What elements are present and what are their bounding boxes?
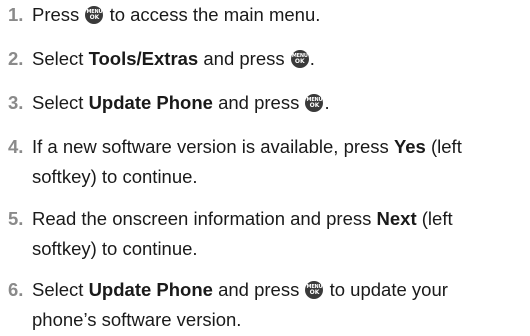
menu-item-label: Update Phone: [88, 92, 213, 113]
step-number: 1.: [8, 4, 24, 25]
step-text-post: .: [324, 92, 330, 113]
step-text-post: (left: [416, 208, 453, 229]
step-text-pre: Select: [32, 92, 89, 113]
menu-item-label: Tools/Extras: [88, 48, 199, 69]
step-text-post: .: [309, 48, 315, 69]
step-text: Select Update Phone and press MENU OK.: [32, 88, 522, 118]
step-number: 3.: [8, 92, 24, 113]
step-text-line2: softkey) to continue.: [32, 166, 198, 187]
step-text: If a new software version is available, …: [32, 132, 522, 192]
step-text-pre: If a new software version is available, …: [32, 136, 394, 157]
step-text-line2: softkey) to continue.: [32, 238, 198, 259]
step-text-pre: Press: [32, 4, 85, 25]
menu-ok-key-icon: MENU OK: [85, 6, 104, 24]
softkey-label: Next: [376, 208, 417, 229]
step-number: 5.: [8, 208, 24, 229]
menu-item-label: Update Phone: [88, 279, 213, 300]
step-text-mid: and press: [198, 48, 290, 69]
step-text: Press MENU OK to access the main menu.: [32, 0, 522, 30]
step-text: Select Update Phone and press MENU OK to …: [32, 275, 522, 335]
step-text-mid: and press: [212, 279, 305, 300]
menu-ok-key-icon: MENU OK: [290, 50, 309, 68]
step-text: Read the onscreen information and press …: [32, 204, 522, 264]
step-text-pre: Read the onscreen information and press: [32, 208, 377, 229]
step-text-pre: Select: [32, 279, 89, 300]
step-text-line2: phone’s software version.: [32, 309, 242, 330]
step-text-post: (left: [425, 136, 462, 157]
step-text-post: to access the main menu.: [104, 4, 321, 25]
menu-ok-key-icon: MENU OK: [305, 281, 324, 299]
step-text-pre: Select: [32, 48, 89, 69]
step-number: 6.: [8, 279, 24, 300]
step-number: 2.: [8, 48, 24, 69]
softkey-label: Yes: [393, 136, 426, 157]
step-text-post: to update your: [324, 279, 448, 300]
step-text: Select Tools/Extras and press MENU OK.: [32, 44, 522, 74]
step-text-mid: and press: [212, 92, 305, 113]
menu-ok-key-icon: MENU OK: [305, 94, 324, 112]
step-number: 4.: [8, 136, 24, 157]
